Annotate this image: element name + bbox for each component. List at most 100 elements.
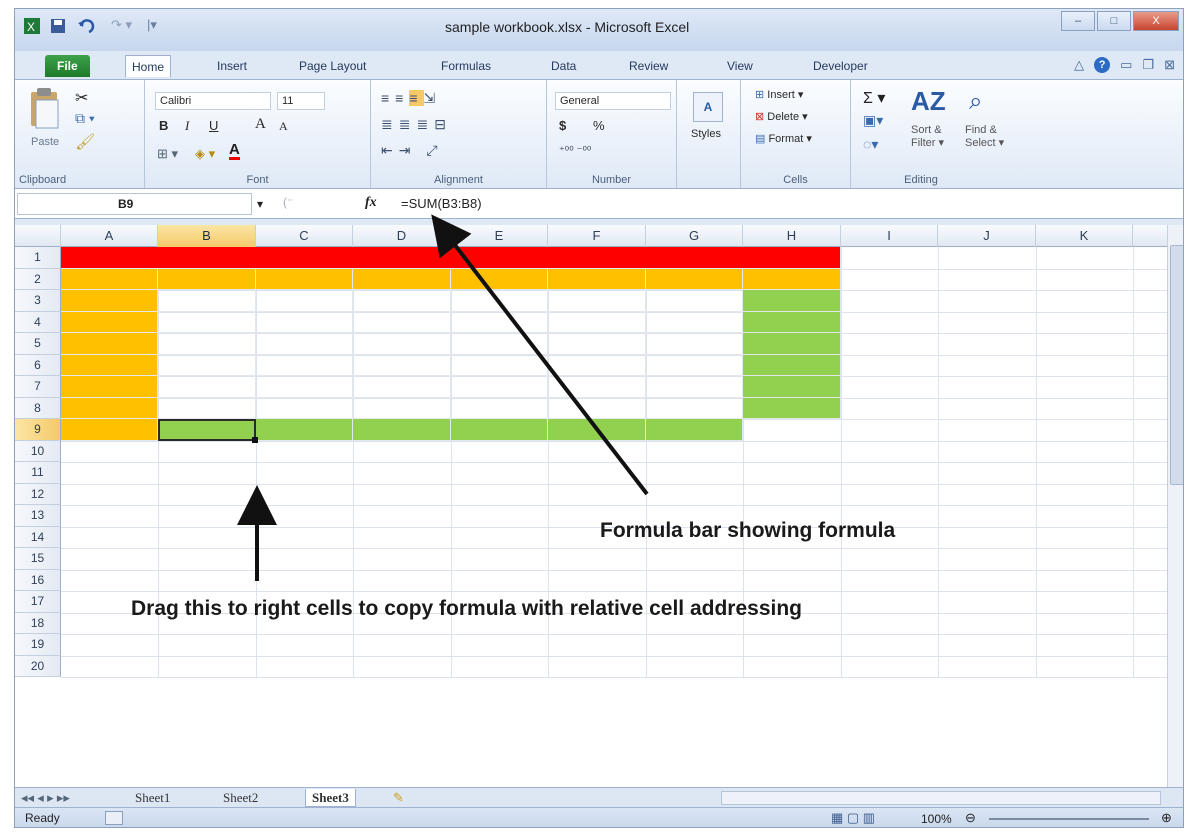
data-cell[interactable] [451,333,548,355]
minimize-button[interactable]: – [1061,11,1095,31]
undo-icon[interactable] [77,17,99,37]
cut-icon[interactable]: ✂ [75,88,88,108]
insert-function-button[interactable]: fx [365,195,377,211]
data-cell[interactable] [646,290,743,312]
column-header-g[interactable]: G [646,225,743,247]
sort-filter-label[interactable]: Sort & Filter ▾ [911,124,944,149]
column-header-j[interactable]: J [938,225,1036,247]
worksheet-grid[interactable]: ABCDEFGHIJK 1 2 3 4 5 6 7 8 9 10 11 12 13 14 15 16 17 18 1… [15,225,1167,787]
column-header-a[interactable]: A [61,225,158,247]
fill-color-icon[interactable]: ◈ ▾ [195,146,215,162]
row-header-19[interactable]: 19 [15,634,61,656]
vertical-scrollbar[interactable] [1167,225,1183,787]
total-cell[interactable] [451,419,548,441]
row-header-14[interactable]: 14 [15,526,61,548]
data-cell[interactable] [61,376,158,398]
data-cell[interactable] [646,397,743,419]
column-header-e[interactable]: E [451,225,548,247]
row-header-20[interactable]: 20 [15,655,61,677]
data-cell[interactable] [158,376,256,398]
underline-button[interactable]: U [209,118,218,133]
column-header-k[interactable]: K [1036,225,1133,247]
formula-input[interactable]: =SUM(B3:B8) [395,193,1180,215]
tab-view[interactable]: View [721,55,759,77]
total-cell[interactable] [256,419,353,441]
column-header-b[interactable]: B [158,225,256,247]
row-header-10[interactable]: 10 [15,440,61,462]
minimize-ribbon-icon[interactable]: △ [1074,57,1084,73]
data-cell[interactable] [548,333,646,355]
data-cell[interactable] [353,354,451,376]
data-cell[interactable] [256,376,353,398]
sheet-nav-icons[interactable]: ◂◂ ◂ ▸ ▸▸ [21,789,70,807]
data-cell[interactable] [451,311,548,333]
format-cells-button[interactable]: ▤ Format ▾ [755,132,812,145]
row-header-7[interactable]: 7 [15,376,61,398]
sheet-title-cell[interactable] [61,247,841,269]
horizontal-scrollbar[interactable] [721,791,1161,805]
row-header-6[interactable]: 6 [15,354,61,376]
font-name-select[interactable]: Calibri [155,92,271,110]
styles-icon[interactable]: A [693,92,723,122]
row-header-11[interactable]: 11 [15,462,61,484]
copy-icon[interactable]: ⧉ ▾ [75,110,95,127]
font-color-icon[interactable]: A [229,142,240,160]
data-cell[interactable] [158,397,256,419]
sheet-tab-3[interactable]: Sheet3 [305,789,356,807]
data-cell[interactable] [743,290,841,312]
redo-icon[interactable]: ↷ ▾ [111,17,132,37]
sheet-tab-1[interactable]: Sheet1 [135,789,170,807]
total-cell[interactable] [548,419,646,441]
data-cell[interactable] [548,397,646,419]
header-cell[interactable] [353,268,451,290]
macro-record-icon[interactable] [105,811,123,825]
data-cell[interactable] [256,290,353,312]
row-header-4[interactable]: 4 [15,311,61,333]
zoom-level[interactable]: 100% [921,812,952,826]
row-header-16[interactable]: 16 [15,569,61,591]
number-format-select[interactable]: General [555,92,671,110]
zoom-slider[interactable] [989,818,1149,820]
horizontal-align-icons[interactable]: ≣≣≣⊟ [381,116,452,133]
format-painter-icon[interactable]: 🖌 [75,132,95,152]
vertical-scroll-thumb[interactable] [1170,245,1183,485]
data-cell[interactable] [256,311,353,333]
data-cell[interactable] [548,354,646,376]
data-cell[interactable] [353,290,451,312]
grow-font-button[interactable]: A [255,116,266,133]
tab-insert[interactable]: Insert [211,55,253,77]
row-header-5[interactable]: 5 [15,333,61,355]
zoom-in-icon[interactable]: ⊕ [1161,810,1172,826]
header-cell[interactable] [256,268,353,290]
total-cell[interactable] [158,419,256,441]
bold-button[interactable]: B [159,118,168,133]
tab-home[interactable]: Home [125,55,172,77]
help-icon[interactable]: ? [1094,57,1111,73]
insert-cells-button[interactable]: ⊞ Insert ▾ [755,88,803,101]
column-header-d[interactable]: D [353,225,451,247]
fill-handle[interactable] [252,436,258,443]
data-cell[interactable] [158,333,256,355]
sort-filter-icon[interactable]: AZ [911,86,946,117]
data-cell[interactable] [646,376,743,398]
data-cell[interactable] [353,376,451,398]
data-cell[interactable] [451,354,548,376]
data-cell[interactable] [353,311,451,333]
data-cell[interactable] [743,397,841,419]
workbook-minimize-icon[interactable]: ▭ [1120,57,1132,73]
paste-icon[interactable] [27,86,63,135]
data-cell[interactable] [743,333,841,355]
customize-qat-icon[interactable]: |▾ [147,17,157,37]
clear-icon[interactable]: ◌▾ [863,136,878,153]
indent-orientation-icons[interactable]: ⇤⇥ ⤢ [381,142,444,159]
data-cell[interactable] [451,397,548,419]
row-header-18[interactable]: 18 [15,612,61,634]
delete-cells-button[interactable]: ⊠ Delete ▾ [755,110,808,123]
tab-formulas[interactable]: Formulas [435,55,497,77]
italic-button[interactable]: I [185,118,189,134]
binoculars-icon[interactable]: ⌕ [969,88,982,116]
data-cell[interactable] [158,354,256,376]
data-cell[interactable] [548,311,646,333]
header-cell[interactable] [158,268,256,290]
tab-file[interactable]: File [45,55,90,77]
